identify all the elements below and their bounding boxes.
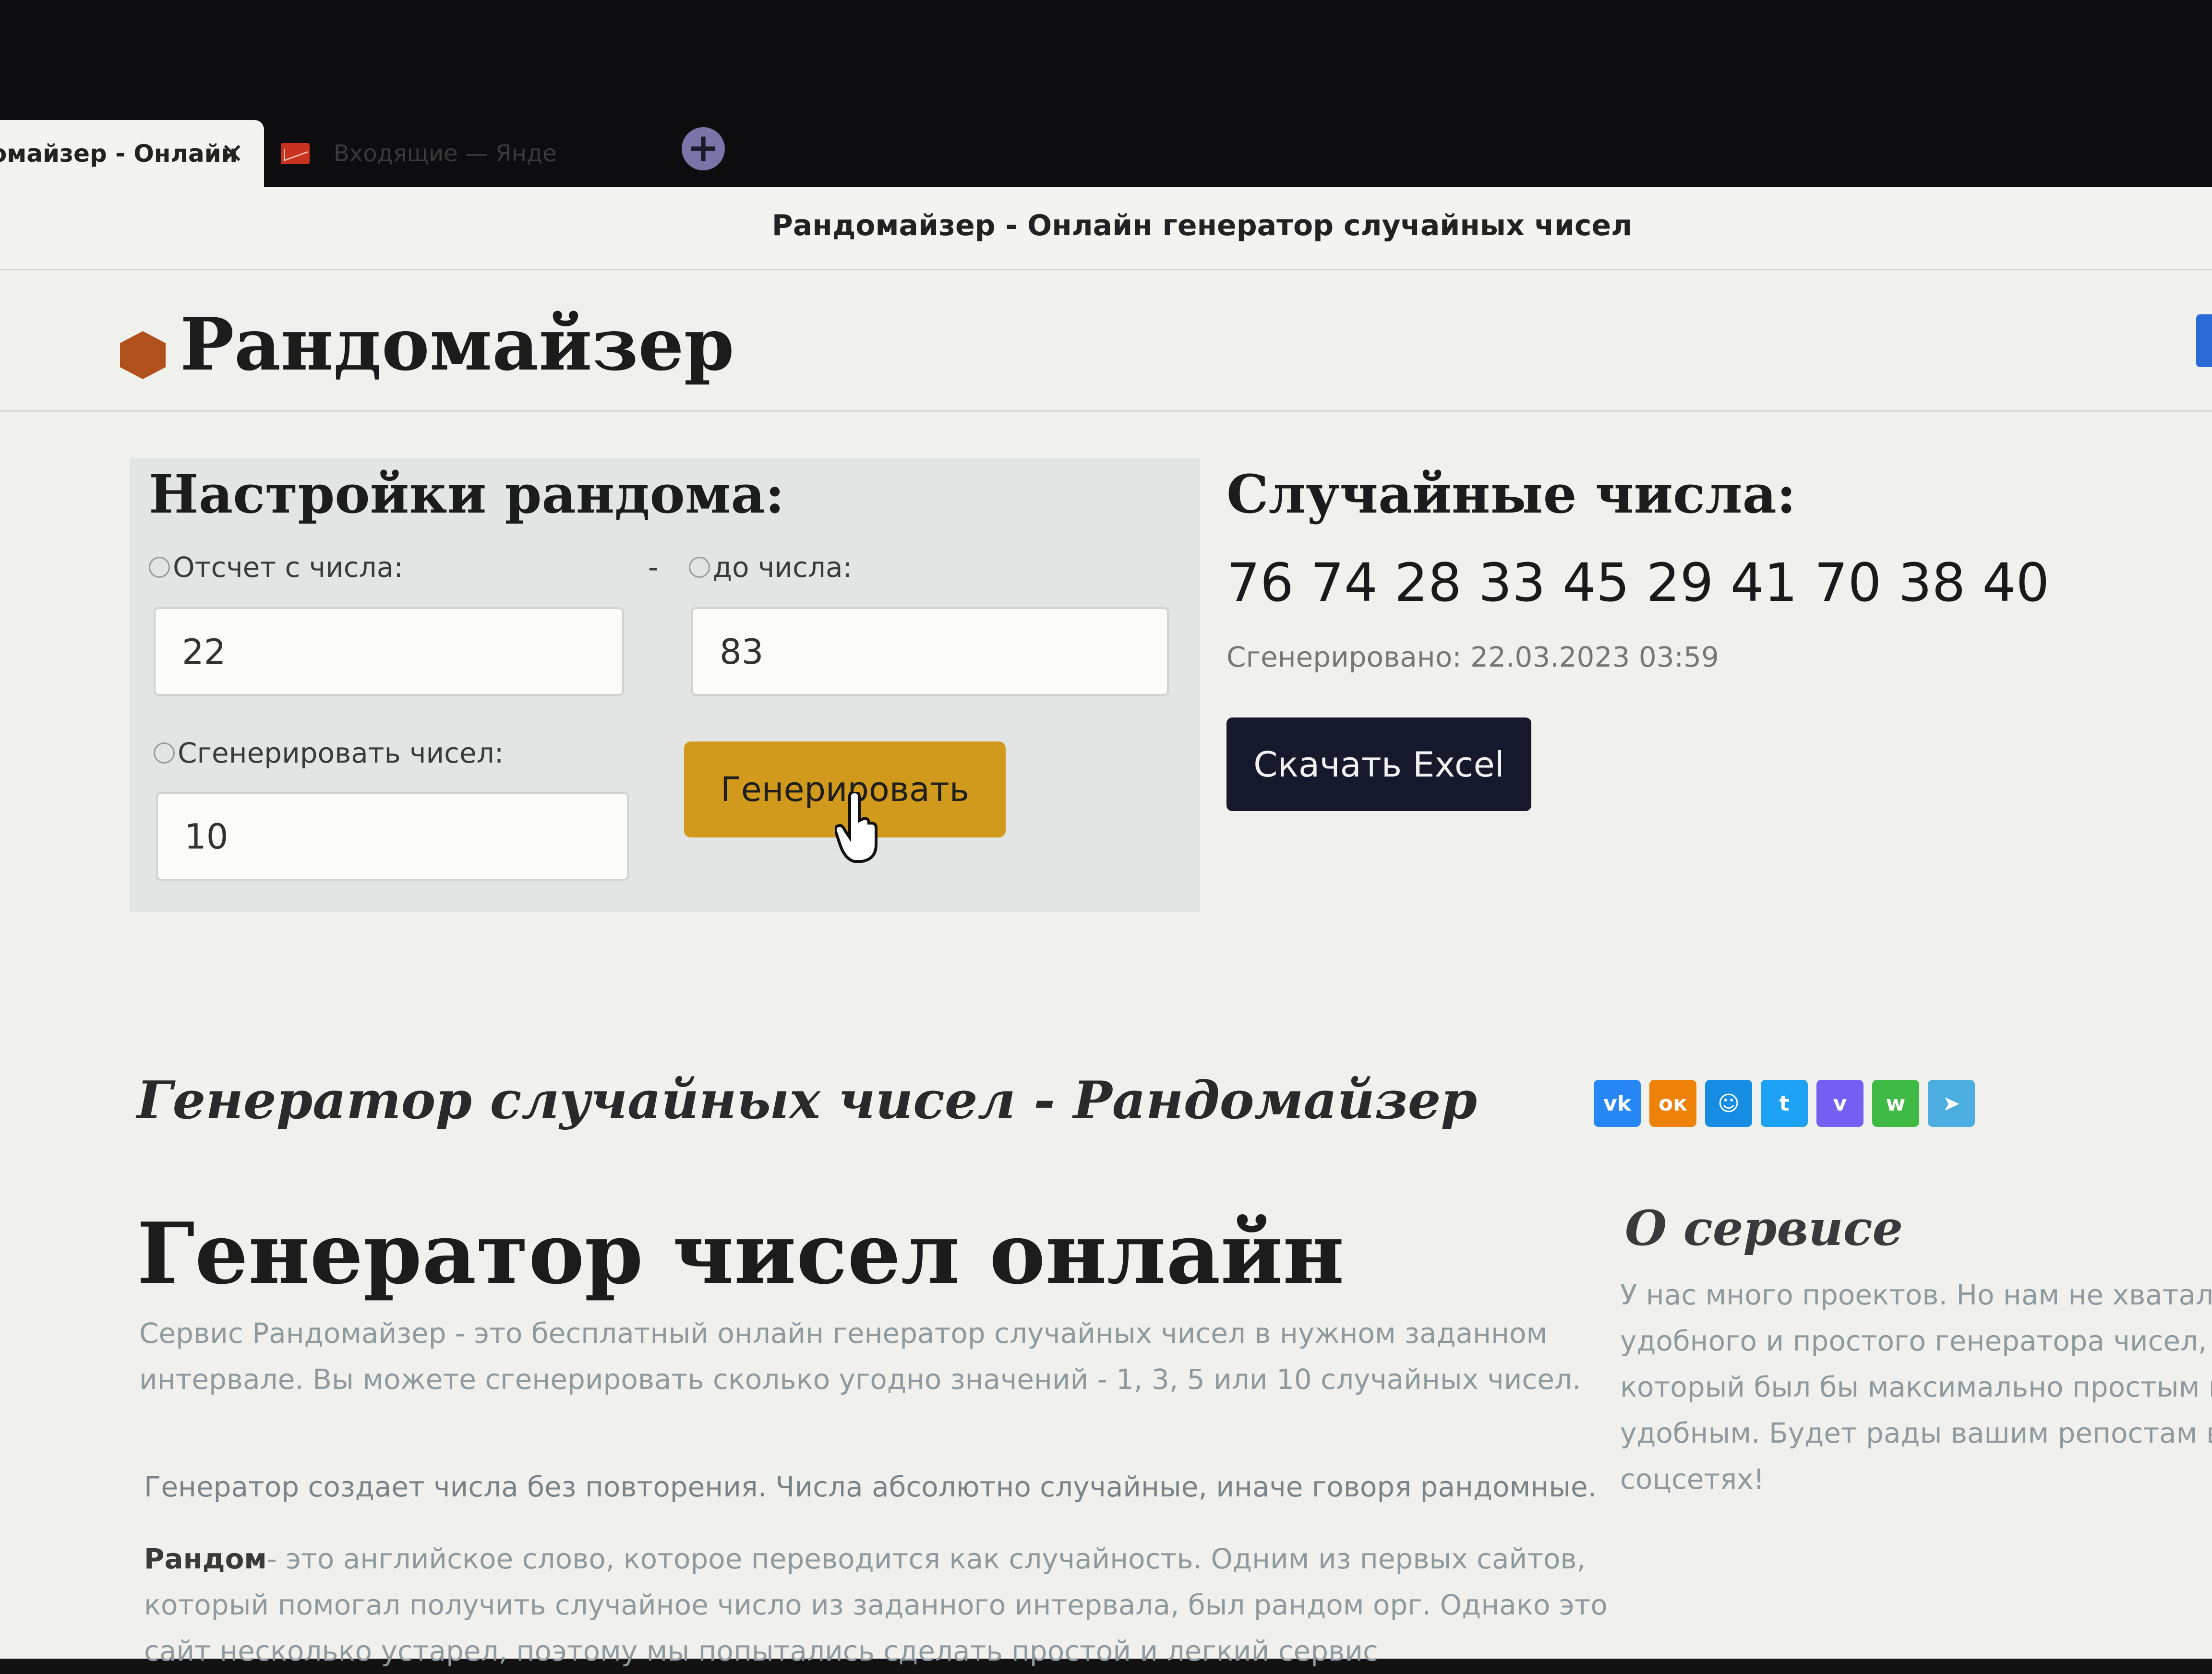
tab-title: омайзер - Онлайн <box>0 140 238 167</box>
from-input[interactable]: 22 <box>154 607 624 696</box>
to-label: до числа: <box>689 551 852 584</box>
close-tab-icon[interactable]: ✕ <box>220 137 244 170</box>
random-line: сайт несколько устарел, поэтому мы попыт… <box>144 1635 1378 1667</box>
from-label-text: Отсчет с числа: <box>173 551 403 584</box>
settings-title: Настройки рандома: <box>149 463 785 525</box>
help-icon[interactable] <box>154 742 175 764</box>
window-title: Рандомайзер - Онлайн генератор случайных… <box>771 209 1633 242</box>
about-line: удобного и простого генератора чисел, <box>1620 1325 2207 1357</box>
download-excel-button[interactable]: Скачать Excel <box>1226 717 1531 811</box>
tab-active[interactable]: омайзер - Онлайн ✕ <box>0 120 264 187</box>
range-dash: - <box>648 551 658 584</box>
tab-mail[interactable]: Входящие — Янде <box>281 127 626 180</box>
content-subtitle: Генератор случайных чисел - Рандомайзер <box>137 1070 1478 1131</box>
from-label: Отсчет с числа: <box>149 551 403 584</box>
help-icon[interactable] <box>689 557 710 578</box>
whatsapp-share-icon[interactable]: w <box>1872 1080 1919 1127</box>
viber-share-icon[interactable]: v <box>1816 1080 1863 1127</box>
download-excel-label: Скачать Excel <box>1253 744 1504 785</box>
ok-share-icon[interactable]: ок <box>1649 1080 1696 1127</box>
site-logo[interactable]: Рандомайзер <box>180 302 734 387</box>
intro-line: интервале. Вы можете сгенерировать сколь… <box>139 1363 1581 1396</box>
about-line: У нас много проектов. Но нам не хватало <box>1620 1279 2212 1311</box>
about-line: удобным. Будет рады вашим репостам в <box>1620 1417 2212 1449</box>
random-numbers: 76 74 28 33 45 29 41 70 38 40 <box>1226 552 2050 613</box>
count-label-text: Сгенерировать чисел: <box>178 737 504 769</box>
to-input[interactable]: 83 <box>691 607 1169 696</box>
results-title: Случайные числа: <box>1226 463 1796 525</box>
intro-paragraph: Сервис Рандомайзер - это бесплатный онла… <box>139 1310 1581 1402</box>
random-paragraph: Рандом- это английское слово, которое пе… <box>144 1536 1608 1674</box>
mailru-share-icon[interactable]: ☺ <box>1705 1080 1752 1127</box>
generated-timestamp: Сгенерировано: 22.03.2023 03:59 <box>1226 641 1719 673</box>
tab-mail-title: Входящие — Янде <box>334 140 557 167</box>
share-buttons: vk ок ☺ t v w ➤ <box>1594 1080 1975 1127</box>
hand-cursor-icon <box>835 792 878 863</box>
random-line: - это английское слово, которое переводи… <box>266 1542 1586 1575</box>
about-title: О сервисе <box>1625 1200 1903 1256</box>
random-line: который помогал получить случайное число… <box>144 1589 1608 1621</box>
window-titlebar: Рандомайзер - Онлайн генератор случайных… <box>0 187 2212 270</box>
intro-line: Сервис Рандомайзер - это бесплатный онла… <box>139 1317 1548 1350</box>
mail-icon <box>281 143 310 164</box>
random-term: Рандом <box>144 1542 267 1575</box>
vk-share-icon[interactable]: vk <box>1594 1080 1641 1127</box>
twitter-share-icon[interactable]: t <box>1761 1080 1808 1127</box>
header-divider <box>0 410 2212 412</box>
to-label-text: до числа: <box>713 551 853 584</box>
telegram-share-icon[interactable]: ➤ <box>1928 1080 1975 1127</box>
count-label: Сгенерировать чисел: <box>154 737 504 769</box>
count-input[interactable]: 10 <box>156 792 629 881</box>
help-icon[interactable] <box>149 557 170 578</box>
about-paragraph: У нас много проектов. Но нам не хватало … <box>1620 1272 2212 1502</box>
no-repeat-paragraph: Генератор создает числа без повторения. … <box>144 1471 1597 1503</box>
header-button-edge[interactable] <box>2196 314 2212 367</box>
main-title: Генератор чисел онлайн <box>137 1205 1345 1303</box>
new-tab-button[interactable]: + <box>682 127 725 170</box>
about-line: который был бы максимально простым и <box>1620 1371 2212 1403</box>
about-line: соцсетях! <box>1620 1463 1765 1495</box>
